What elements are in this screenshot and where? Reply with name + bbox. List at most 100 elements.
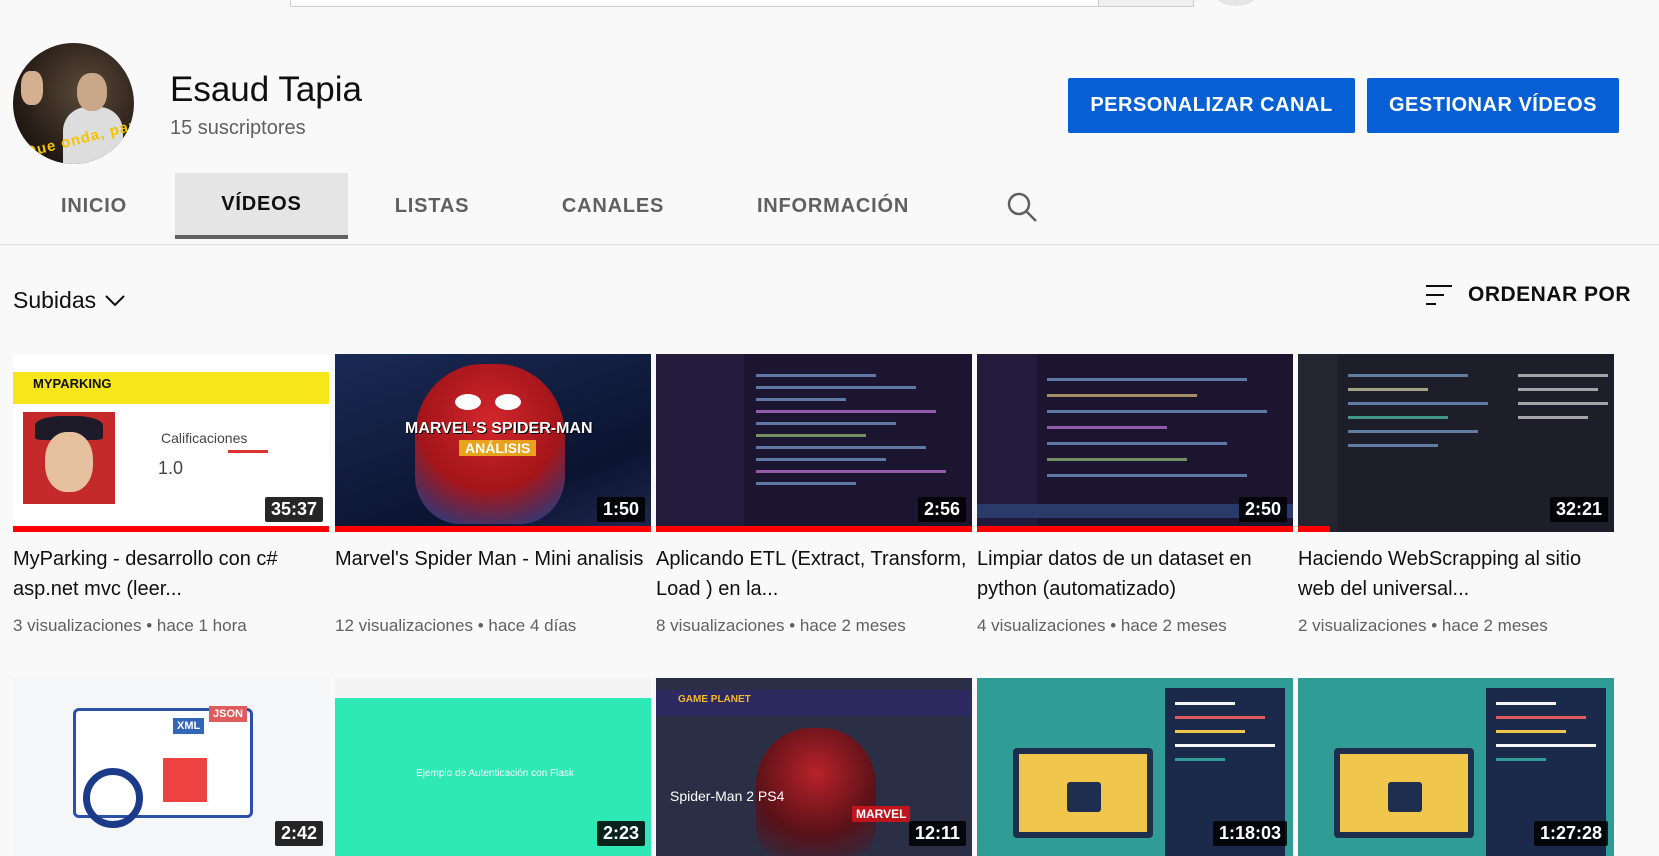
video-card[interactable]: MARVEL'S SPIDER-MAN ANÁLISIS 1:50 Marvel… [335,354,651,636]
video-meta: 12 visualizaciones • hace 4 días [335,616,577,635]
video-thumbnail[interactable]: 1:27:28 [1298,678,1614,856]
thumb-browser-header [335,678,651,698]
video-duration: 1:27:28 [1533,821,1608,846]
thumb-code-line [1047,410,1267,413]
video-thumbnail[interactable]: GAME PLANET Spider-Man 2 PS4 MARVEL 12:1… [656,678,972,856]
subscriber-count: 15 suscriptores [170,117,306,139]
thumb-code-line [1348,416,1448,419]
customize-channel-button[interactable]: PERSONALIZAR CANAL [1068,78,1355,133]
video-duration: 32:21 [1549,497,1608,522]
thumb-code-line [756,434,866,437]
video-meta: 8 visualizaciones • hace 2 meses [656,616,906,635]
sort-button[interactable]: ORDENAR POR [1424,283,1631,307]
video-card[interactable]: 1:27:28 [1298,678,1614,856]
thumb-code-line [756,386,916,389]
video-card[interactable]: XML JSON 2:42 [13,678,329,856]
video-thumbnail[interactable]: 32:21 [1298,354,1614,532]
search-input[interactable] [290,0,1100,7]
thumb-code-line [1496,730,1566,733]
thumb-code-line [1496,702,1556,705]
upload-age: hace 2 meses [1441,616,1548,635]
uploads-filter[interactable]: Subidas [13,287,126,314]
thumb-code-line [756,446,926,449]
manage-videos-button[interactable]: GESTIONAR VÍDEOS [1367,78,1619,133]
thumb-xml-tag: XML [173,718,205,734]
channel-avatar[interactable]: Que onda, papu [13,43,134,164]
watch-progress-bar [13,526,329,532]
thumb-eye [495,394,521,410]
mic-button[interactable] [1212,0,1260,6]
video-card[interactable]: GAME PLANET Spider-Man 2 PS4 MARVEL 12:1… [656,678,972,856]
video-thumbnail[interactable]: Ejemplo de Autenticación con Flask 2:23 [335,678,651,856]
thumb-rating-bar [228,450,268,453]
tab-informacion[interactable]: INFORMACIÓN [740,173,926,239]
video-thumbnail[interactable]: MARVEL'S SPIDER-MAN ANÁLISIS 1:50 [335,354,651,532]
thumb-code-line [1175,716,1265,719]
tab-canales[interactable]: CANALES [548,173,678,239]
thumb-code-line [1175,758,1225,761]
thumb-code-line [1047,474,1247,477]
tab-videos[interactable]: VÍDEOS [175,173,348,239]
thumb-code-line [756,410,936,413]
thumb-code-line [1348,388,1428,391]
video-title[interactable]: Haciendo WebScrapping al sitio web del u… [1298,544,1614,604]
watch-progress-bar [977,526,1293,532]
video-card[interactable]: 32:21 Haciendo WebScrapping al sitio web… [1298,354,1614,636]
thumb-code-line [756,482,856,485]
thumb-code-line [756,374,876,377]
video-duration: 2:23 [596,821,645,846]
video-card[interactable]: MYPARKING Calificaciones 1.0 35:37 MyPar… [13,354,329,636]
thumb-code-line [1496,744,1596,747]
thumb-code-line [1348,430,1478,433]
video-title[interactable]: Limpiar datos de un dataset en python (a… [977,544,1293,604]
video-duration: 35:37 [264,497,323,522]
thumb-code-line [1348,402,1488,405]
video-thumbnail[interactable]: 1:18:03 [977,678,1293,856]
video-duration: 2:50 [1238,497,1287,522]
thumb-title-text: Spider-Man 2 PS4 [670,788,785,804]
view-count: 4 visualizaciones [977,616,1106,635]
thumb-code-line [1047,458,1187,461]
view-count: 2 visualizaciones [1298,616,1427,635]
video-card[interactable]: Ejemplo de Autenticación con Flask 2:23 [335,678,651,856]
thumb-json-tag: JSON [209,706,247,722]
video-duration: 2:42 [274,821,323,846]
video-thumbnail[interactable]: 2:56 [656,354,972,532]
view-count: 3 visualizaciones [13,616,142,635]
video-duration: 12:11 [908,821,966,846]
video-duration: 1:50 [596,497,645,522]
video-card[interactable]: 2:56 Aplicando ETL (Extract, Transform, … [656,354,972,636]
video-thumbnail[interactable]: XML JSON 2:42 [13,678,329,856]
channel-search-icon[interactable] [1005,190,1039,224]
upload-age: hace 1 hora [156,616,247,635]
thumb-code-line [1175,702,1235,705]
thumb-rating-label: Calificaciones [161,430,248,446]
thumb-code-line [1047,394,1197,397]
video-card[interactable]: 2:50 Limpiar datos de un dataset en pyth… [977,354,1293,636]
thumb-face [45,432,93,492]
video-thumbnail[interactable]: MYPARKING Calificaciones 1.0 35:37 [13,354,329,532]
thumb-marvel-badge: MARVEL [852,806,911,822]
watch-progress-bar [656,526,972,532]
search-button[interactable] [1098,0,1194,7]
video-card[interactable]: 1:18:03 [977,678,1293,856]
video-title[interactable]: MyParking - desarrollo con c# asp.net mv… [13,544,329,604]
thumb-lock-icon [1067,782,1101,812]
channel-name: Esaud Tapia [170,70,363,109]
masthead [0,0,1659,20]
video-title[interactable]: Aplicando ETL (Extract, Transform, Load … [656,544,972,604]
thumb-code-line [1047,378,1247,381]
thumb-code-line [1348,374,1468,377]
tab-inicio[interactable]: INICIO [44,173,144,239]
thumb-python-logo [163,758,207,802]
thumb-code-line [756,470,946,473]
video-title[interactable]: Marvel's Spider Man - Mini analisis [335,544,651,604]
thumb-code-line [756,398,846,401]
video-thumbnail[interactable]: 2:50 [977,354,1293,532]
thumb-code-line [1518,374,1608,377]
avatar-hand [21,71,43,105]
sort-label: ORDENAR POR [1468,283,1632,306]
sort-icon [1426,285,1452,305]
video-meta: 2 visualizaciones • hace 2 meses [1298,616,1548,635]
tab-listas[interactable]: LISTAS [378,173,486,239]
